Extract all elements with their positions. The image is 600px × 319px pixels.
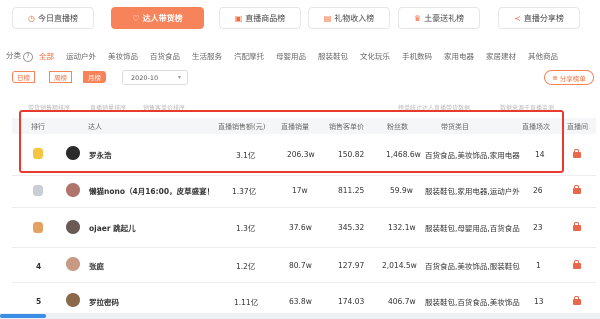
highlight-box: [19, 110, 564, 173]
share-button-label: 分享榜单: [559, 74, 586, 83]
tab-gift-income[interactable]: ▤ 礼物收入榜: [308, 7, 390, 29]
sessions-value: 1: [536, 261, 541, 270]
row-divider: [12, 207, 596, 208]
crown-icon: ♛: [413, 13, 422, 23]
tab-live-products[interactable]: ▣ 直播商品榜: [219, 7, 301, 29]
tab-today-live[interactable]: ◷ 今日直播榜: [12, 7, 94, 29]
tab-rich-gifts[interactable]: ♛ 土豪送礼榜: [398, 7, 480, 29]
product-icon: ▣: [234, 13, 243, 23]
share-icon: ⊕: [552, 73, 558, 82]
badge-icon: ♡: [132, 13, 140, 23]
category-item[interactable]: 家用电器: [444, 51, 474, 62]
tab-label: 直播商品榜: [245, 13, 286, 23]
gift-icon: ▤: [323, 13, 332, 23]
header-room: 直播间: [567, 123, 588, 131]
category-item[interactable]: 生活服务: [192, 51, 222, 62]
talent-name[interactable]: 罗拉密码: [89, 297, 119, 308]
period-day[interactable]: 日榜: [12, 71, 35, 83]
calendar-icon: ◷: [28, 13, 35, 23]
talent-name[interactable]: 懒猫nono（4月16:00，皮草盛宴！: [89, 186, 214, 197]
live-room-icon[interactable]: [573, 260, 581, 269]
volume-value: 17w: [292, 186, 308, 195]
sales-value: 1.37亿: [232, 187, 257, 196]
avatar[interactable]: [66, 293, 80, 307]
live-room-icon[interactable]: [573, 185, 581, 194]
category-value: 服装鞋包,母婴用品,百货食品: [425, 224, 520, 233]
category-item[interactable]: 汽配摩托: [234, 51, 264, 62]
share-icon: ≺: [514, 13, 521, 23]
price-value: 811.25: [338, 186, 365, 195]
volume-value: 37.6w: [289, 223, 312, 232]
rank-number: 5: [36, 297, 42, 306]
period-week[interactable]: 周榜: [49, 71, 72, 83]
horizontal-scrollbar[interactable]: [0, 313, 600, 319]
fans-value: 2,014.5w: [382, 261, 417, 270]
silver-medal-icon: [33, 185, 43, 196]
sessions-value: 26: [533, 186, 543, 195]
scrollbar-thumb[interactable]: [0, 314, 46, 318]
bronze-medal-icon: [33, 222, 43, 233]
row-divider: [12, 175, 596, 176]
category-item[interactable]: 百货食品: [150, 51, 180, 62]
tab-label: 今日直播榜: [37, 13, 78, 23]
period-month[interactable]: 月榜: [83, 71, 106, 83]
price-value: 174.03: [338, 297, 365, 306]
category-value: 百货食品,美妆饰品,服装鞋包: [425, 262, 520, 271]
row-divider: [12, 282, 596, 283]
category-item[interactable]: 服装鞋包: [318, 51, 348, 62]
tab-label: 达人带货榜: [142, 13, 183, 23]
sales-value: 1.3亿: [236, 224, 256, 233]
help-icon[interactable]: ?: [23, 52, 33, 62]
category-value: 服装鞋包,百货食品,美妆饰品: [425, 298, 520, 307]
category-all[interactable]: 全部: [39, 51, 54, 62]
date-select[interactable]: 2020-10 ▾: [122, 70, 188, 85]
price-value: 345.32: [338, 223, 365, 232]
category-item[interactable]: 手机数码: [402, 51, 432, 62]
category-item[interactable]: 母婴用品: [276, 51, 306, 62]
fans-value: 132.1w: [388, 223, 416, 232]
sales-value: 1.2亿: [236, 262, 256, 271]
category-value: 服装鞋包,家用电器,运动户外: [425, 187, 520, 196]
sales-value: 1.11亿: [234, 298, 259, 307]
tab-label: 直播分享榜: [523, 13, 564, 23]
category-item[interactable]: 家居建材: [486, 51, 516, 62]
sessions-value: 13: [534, 297, 544, 306]
category-item[interactable]: 文化玩乐: [360, 51, 390, 62]
category-item[interactable]: 其他商品: [528, 51, 558, 62]
tab-live-share[interactable]: ≺ 直播分享榜: [498, 7, 580, 29]
category-label: 分类?: [6, 50, 33, 62]
avatar[interactable]: [66, 183, 80, 197]
date-value: 2020-10: [131, 73, 159, 82]
category-item[interactable]: 运动户外: [66, 51, 96, 62]
tab-label: 礼物收入榜: [334, 13, 375, 23]
avatar[interactable]: [66, 220, 80, 234]
row-divider: [12, 247, 596, 248]
volume-value: 80.7w: [289, 261, 312, 270]
category-item[interactable]: 美妆饰品: [108, 51, 138, 62]
share-list-button[interactable]: ⊕ 分享榜单: [544, 70, 594, 85]
tab-talent-sales[interactable]: ♡ 达人带货榜: [111, 7, 204, 29]
chevron-down-icon: ▾: [177, 74, 181, 81]
tab-label: 土豪送礼榜: [424, 13, 465, 23]
fans-value: 406.7w: [388, 297, 416, 306]
talent-name[interactable]: ojaer 跳起儿: [89, 223, 136, 234]
volume-value: 63.8w: [289, 297, 312, 306]
sessions-value: 23: [533, 223, 543, 232]
live-room-icon[interactable]: [573, 149, 581, 158]
category-filter: 分类? 全部 运动户外 美妆饰品 百货食品 生活服务 汽配摩托 母婴用品 服装鞋…: [6, 50, 570, 62]
talent-name[interactable]: 张庭: [89, 261, 104, 272]
live-room-icon[interactable]: [573, 222, 581, 231]
fans-value: 59.9w: [390, 186, 413, 195]
avatar[interactable]: [66, 257, 80, 271]
price-value: 127.97: [338, 261, 365, 270]
rank-number: 4: [36, 262, 42, 271]
live-room-icon[interactable]: [573, 296, 581, 305]
